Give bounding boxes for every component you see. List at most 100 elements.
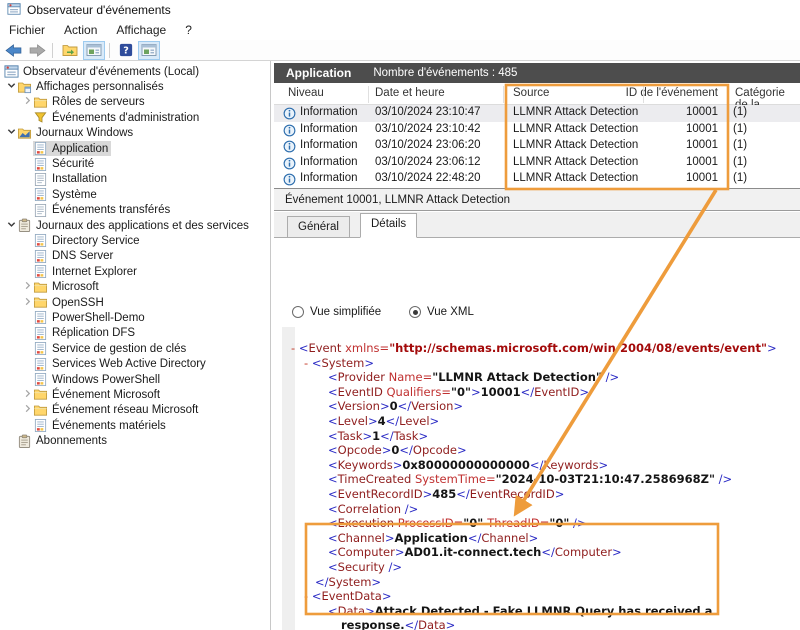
console-window-icon[interactable] bbox=[83, 41, 105, 60]
folder-icon bbox=[33, 95, 49, 110]
cell-category: (1) bbox=[733, 139, 747, 151]
tree-item-services-web-active-directory[interactable]: Services Web Active Directory bbox=[0, 356, 270, 371]
tree-item-label: Application bbox=[49, 143, 108, 155]
tree-item-affichages-personnalises[interactable]: Affichages personnalisés bbox=[0, 79, 270, 94]
tree-item-powershell-demo[interactable]: PowerShell-Demo bbox=[0, 310, 270, 325]
tab-details[interactable]: Détails bbox=[360, 213, 417, 238]
event-row[interactable]: Information03/10/2024 23:06:20LLMNR Atta… bbox=[274, 138, 800, 155]
tree-item-label: DNS Server bbox=[49, 250, 113, 262]
chevron-right-icon[interactable] bbox=[22, 297, 33, 309]
cell-level: Information bbox=[300, 172, 358, 184]
export-folder-icon[interactable] bbox=[60, 41, 80, 60]
log-event-icon bbox=[33, 310, 49, 325]
chevron-right-icon[interactable] bbox=[22, 404, 33, 416]
tree-item-roles-de-serveurs[interactable]: Rôles de serveurs bbox=[0, 95, 270, 110]
radio-vue-xml[interactable]: Vue XML bbox=[409, 306, 474, 318]
log-event-icon bbox=[33, 341, 49, 356]
information-icon bbox=[283, 173, 296, 189]
column-separator[interactable] bbox=[368, 86, 369, 103]
cell-category: (1) bbox=[733, 123, 747, 135]
log-event-icon bbox=[33, 418, 49, 433]
tree-item-label: Windows PowerShell bbox=[49, 374, 160, 386]
xml-line: <Computer>AD01.it-connect.tech</Computer… bbox=[283, 545, 798, 560]
xml-line: <Data>Attack Detected - Fake LLMNR Query… bbox=[283, 604, 798, 619]
tree-item-service-de-gestion-de-cles[interactable]: Service de gestion de clés bbox=[0, 341, 270, 356]
tree-item-label: Directory Service bbox=[49, 235, 140, 247]
tree-item-journaux-des-applications-et-des-services[interactable]: Journaux des applications et des service… bbox=[0, 218, 270, 233]
tree-item-journaux-windows[interactable]: Journaux Windows bbox=[0, 126, 270, 141]
folder-views-icon bbox=[17, 80, 33, 95]
tree-item-evenements-materiels[interactable]: Événements matériels bbox=[0, 418, 270, 433]
column-separator[interactable] bbox=[503, 86, 504, 103]
tree-item-dns-server[interactable]: DNS Server bbox=[0, 249, 270, 264]
tree-item-evenement-reseau-microsoft[interactable]: Événement réseau Microsoft bbox=[0, 403, 270, 418]
tree-item-microsoft[interactable]: Microsoft bbox=[0, 279, 270, 294]
clipboard-icon bbox=[17, 218, 33, 233]
event-row[interactable]: Information03/10/2024 23:06:12LLMNR Atta… bbox=[274, 155, 800, 172]
chevron-down-icon[interactable] bbox=[6, 127, 17, 139]
xml-line: <Level>4</Level> bbox=[283, 414, 798, 429]
event-row[interactable]: Information03/10/2024 23:10:42LLMNR Atta… bbox=[274, 122, 800, 139]
chevron-right-icon[interactable] bbox=[22, 389, 33, 401]
chevron-right-icon[interactable] bbox=[22, 281, 33, 293]
information-icon bbox=[283, 107, 296, 123]
column-separator[interactable] bbox=[643, 86, 644, 103]
log-event-icon bbox=[33, 249, 49, 264]
tree-item-installation[interactable]: Installation bbox=[0, 172, 270, 187]
chevron-right-icon[interactable] bbox=[22, 96, 33, 108]
svg-text:?: ? bbox=[123, 46, 129, 57]
menu-affichage[interactable]: Affichage bbox=[107, 21, 176, 39]
tree-item-evenement-microsoft[interactable]: Événement Microsoft bbox=[0, 387, 270, 402]
tree-item-observateur-d-evenements-local[interactable]: Observateur d'événements (Local) bbox=[0, 64, 270, 79]
menu-fichier[interactable]: Fichier bbox=[0, 21, 55, 39]
radio-circle[interactable] bbox=[292, 306, 304, 318]
column-header-niveau[interactable]: Niveau bbox=[288, 87, 324, 99]
root-icon bbox=[4, 64, 20, 79]
cell-event-id: 10001 bbox=[643, 139, 718, 151]
tree-item-securite[interactable]: Sécurité bbox=[0, 156, 270, 171]
folder-log-icon bbox=[17, 126, 33, 141]
cell-source: LLMNR Attack Detection bbox=[513, 172, 638, 184]
column-header-id-de-l-evenement[interactable]: ID de l'événement bbox=[626, 87, 718, 99]
tree-item-label: Installation bbox=[49, 173, 107, 185]
xml-line: - <System> bbox=[283, 356, 798, 371]
right-panes: Application Nombre d'événements : 485 Ni… bbox=[274, 62, 800, 630]
event-row[interactable]: Information03/10/2024 23:10:47LLMNR Atta… bbox=[274, 105, 800, 122]
console-window-2-icon[interactable] bbox=[138, 41, 160, 60]
forward-icon[interactable] bbox=[27, 41, 48, 60]
tree-item-directory-service[interactable]: Directory Service bbox=[0, 233, 270, 248]
tree-item-label: Événement réseau Microsoft bbox=[49, 404, 198, 416]
tree-item-windows-powershell[interactable]: Windows PowerShell bbox=[0, 372, 270, 387]
tree-item-label: Événements transférés bbox=[49, 204, 170, 216]
tree-item-application[interactable]: Application bbox=[0, 141, 270, 156]
cell-source: LLMNR Attack Detection bbox=[513, 139, 638, 151]
tree-item-abonnements[interactable]: Abonnements bbox=[0, 433, 270, 448]
tree-item-label: Événements matériels bbox=[49, 420, 166, 432]
radio-vue-simplifiee[interactable]: Vue simplifiée bbox=[292, 306, 381, 318]
back-icon[interactable] bbox=[3, 41, 24, 60]
tree-item-openssh[interactable]: OpenSSH bbox=[0, 295, 270, 310]
log-summary-bar: Application Nombre d'événements : 485 bbox=[274, 63, 800, 83]
tree-item-evenements-transferes[interactable]: Événements transférés bbox=[0, 203, 270, 218]
tree-item-internet-explorer[interactable]: Internet Explorer bbox=[0, 264, 270, 279]
event-row[interactable]: Information03/10/2024 22:48:20LLMNR Atta… bbox=[274, 171, 800, 188]
column-separator[interactable] bbox=[728, 86, 729, 103]
menu-[interactable]: ? bbox=[176, 21, 202, 39]
log-event-icon bbox=[33, 264, 49, 279]
information-icon bbox=[283, 157, 296, 173]
tree-item-systeme[interactable]: Système bbox=[0, 187, 270, 202]
tree-item-label: Journaux Windows bbox=[33, 127, 133, 139]
chevron-down-icon[interactable] bbox=[6, 220, 17, 232]
folder-icon bbox=[33, 403, 49, 418]
tree-item-evenements-d-administration[interactable]: Événements d'administration bbox=[0, 110, 270, 125]
column-header-source[interactable]: Source bbox=[513, 87, 549, 99]
menu-action[interactable]: Action bbox=[55, 21, 107, 39]
help-icon[interactable]: ? bbox=[117, 41, 135, 60]
tab-general[interactable]: Général bbox=[287, 216, 350, 238]
radio-circle[interactable] bbox=[409, 306, 421, 318]
tree-item-replication-dfs[interactable]: Réplication DFS bbox=[0, 326, 270, 341]
column-header-date-et-heure[interactable]: Date et heure bbox=[375, 87, 445, 99]
radio-label: Vue XML bbox=[427, 306, 474, 318]
xml-line: <Keywords>0x80000000000000</Keywords> bbox=[283, 458, 798, 473]
chevron-down-icon[interactable] bbox=[6, 81, 17, 93]
